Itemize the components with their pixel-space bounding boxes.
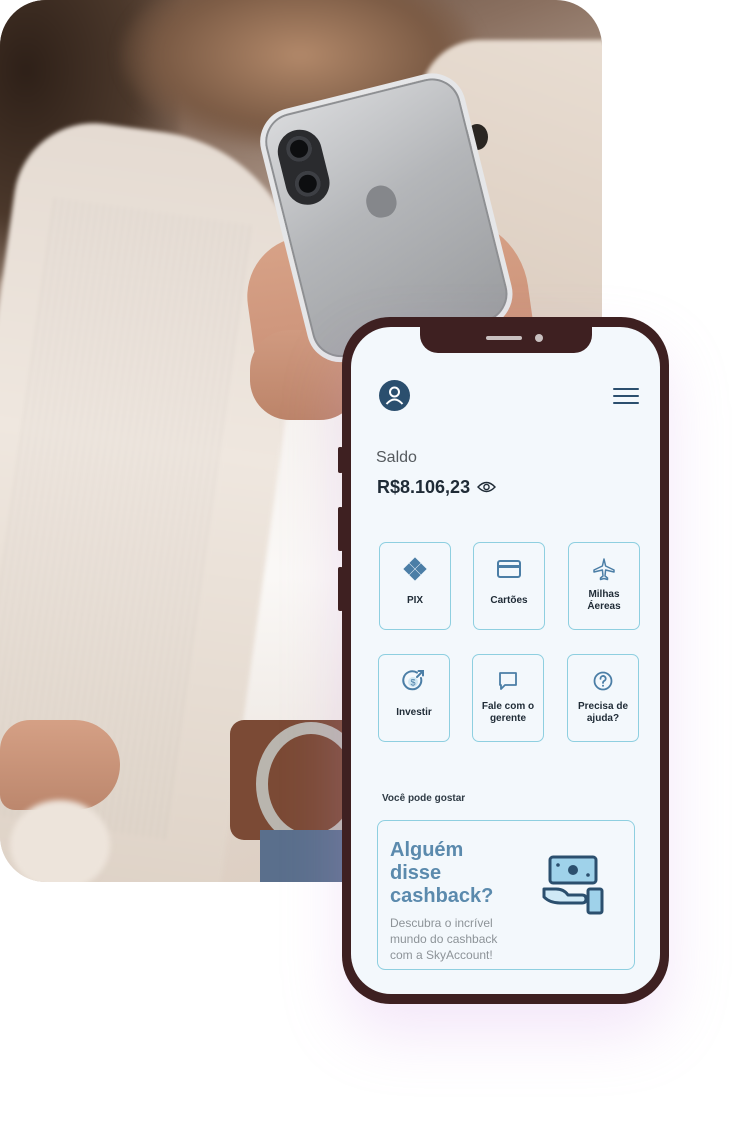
phone-notch — [420, 327, 592, 353]
phone-mockup: Saldo R$8.106,23 PIX Cartões Milhas Áere… — [338, 317, 669, 1004]
pix-icon — [403, 557, 427, 581]
credit-card-icon — [497, 560, 521, 578]
action-tile-miles[interactable]: Milhas Áereas — [568, 542, 640, 630]
balance-row: R$8.106,23 — [377, 476, 497, 498]
photo-cuff — [10, 800, 110, 882]
action-tile-pix[interactable]: PIX — [379, 542, 451, 630]
hamburger-menu-icon[interactable] — [613, 387, 639, 405]
action-tile-label: Precisa de ajuda? — [577, 701, 629, 724]
action-tile-label: Fale com o gerente — [481, 701, 535, 724]
action-tile-label: Investir — [396, 707, 432, 718]
cashback-promo-card[interactable]: Alguém disse cashback? Descubra o incrív… — [377, 820, 635, 970]
action-tile-manager[interactable]: Fale com o gerente — [472, 654, 544, 742]
help-circle-icon — [593, 671, 613, 691]
action-tile-help[interactable]: Precisa de ajuda? — [567, 654, 639, 742]
airplane-icon — [593, 558, 615, 581]
held-phone-logo — [362, 182, 400, 221]
notch-camera — [535, 334, 543, 342]
action-tile-label: Milhas Áereas — [587, 589, 621, 612]
promo-title: Alguém disse cashback? — [390, 839, 494, 907]
phone-volume-up-button — [338, 507, 343, 551]
action-tile-invest[interactable]: $ Investir — [378, 654, 450, 742]
action-tile-label: PIX — [406, 595, 424, 606]
phone-volume-down-button — [338, 567, 343, 611]
phone-side-button — [338, 447, 343, 473]
investment-coin-icon: $ — [402, 670, 424, 691]
eye-icon[interactable] — [477, 480, 497, 494]
user-circle-icon[interactable] — [379, 380, 410, 411]
suggestions-title: Você pode gostar — [382, 793, 466, 804]
chat-bubble-icon — [499, 672, 517, 690]
balance-label: Saldo — [376, 449, 417, 466]
action-tile-label: Cartões — [490, 595, 528, 606]
app-screen: Saldo R$8.106,23 PIX Cartões Milhas Áere… — [351, 327, 660, 994]
balance-value: R$8.106,23 — [377, 476, 471, 497]
photo-arm — [0, 720, 120, 810]
action-tile-cards[interactable]: Cartões — [473, 542, 545, 630]
notch-speaker — [486, 336, 522, 340]
promo-description: Descubra o incrível mundo do cashback co… — [390, 916, 498, 962]
cashback-hand-money-icon — [542, 855, 604, 915]
held-phone-camera — [273, 125, 335, 210]
svg-text:$: $ — [410, 678, 415, 688]
